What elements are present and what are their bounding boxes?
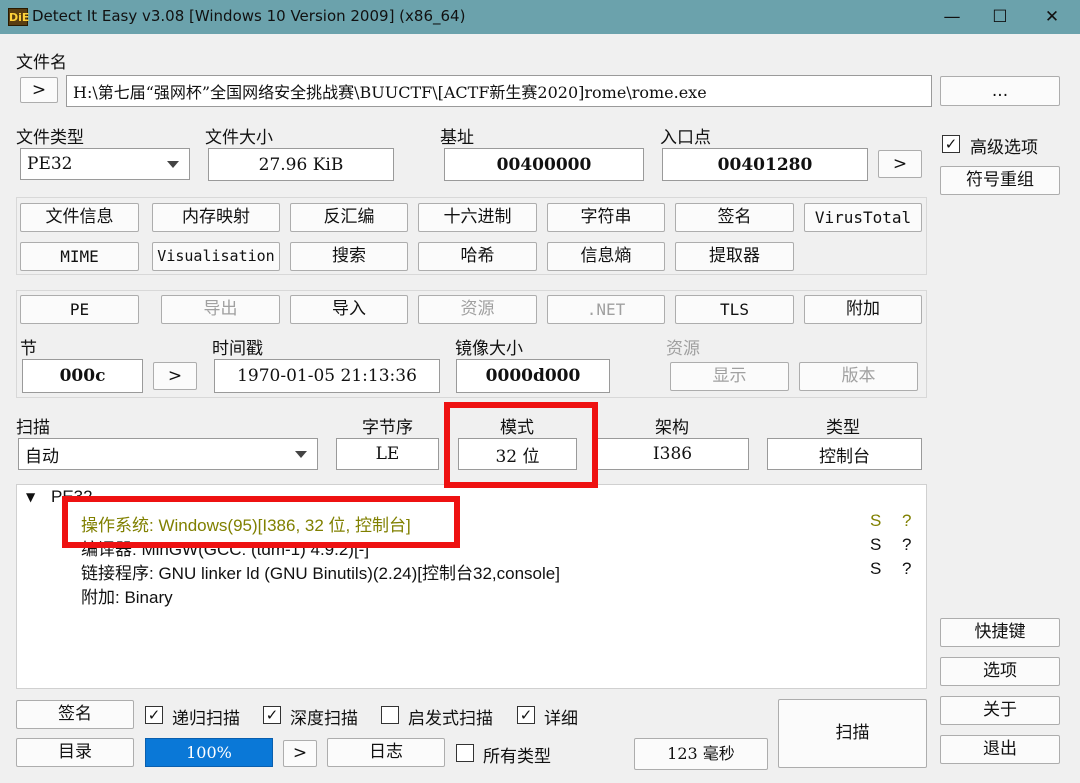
shortcuts-button[interactable]: 快捷键 (940, 618, 1060, 647)
extractor-button[interactable]: 提取器 (675, 242, 794, 271)
version-button[interactable]: 版本 (799, 362, 918, 391)
heuristic-scan-checkbox[interactable] (381, 706, 399, 724)
image-size-field: 0000d000 (456, 359, 610, 393)
verbose-checkbox[interactable]: ✓ (517, 706, 535, 724)
entry-point-field[interactable]: 00401280 (662, 148, 868, 181)
exit-button[interactable]: 退出 (940, 735, 1060, 764)
scan-label: 扫描 (16, 418, 50, 438)
app-icon: DiE (8, 8, 29, 26)
window-title: Detect It Easy v3.08 [Windows 10 Version… (32, 7, 466, 25)
hash-button[interactable]: 哈希 (418, 242, 537, 271)
base-address-field[interactable]: 00400000 (444, 148, 644, 181)
file-name-label: 文件名 (16, 53, 67, 73)
deep-scan-checkbox[interactable]: ✓ (263, 706, 281, 724)
file-type-label: 文件类型 (16, 128, 84, 148)
options-button[interactable]: 选项 (940, 657, 1060, 686)
mime-button[interactable]: MIME (20, 242, 139, 271)
timestamp-field: 1970-01-05 21:13:36 (214, 359, 440, 393)
arch-label: 架构 (655, 418, 689, 438)
imports-button[interactable]: 导入 (290, 295, 408, 324)
file-size-label: 文件大小 (205, 128, 273, 148)
overlay-button[interactable]: 附加 (804, 295, 922, 324)
signature-button[interactable]: 签名 (16, 700, 134, 729)
scan-mode-select[interactable]: 自动 (18, 438, 318, 470)
section-count-field[interactable]: 000c (22, 359, 143, 393)
all-types-label: 所有类型 (483, 747, 551, 767)
advanced-options-label: 高级选项 (970, 138, 1038, 158)
scan-button[interactable]: 扫描 (778, 699, 927, 768)
result-os-q[interactable]: ? (902, 511, 911, 531)
show-resources-button[interactable]: 显示 (670, 362, 789, 391)
pe-button[interactable]: PE (20, 295, 139, 324)
result-linker-q[interactable]: ? (902, 559, 911, 579)
collapse-toggle-icon[interactable]: ▼ (26, 490, 35, 504)
advanced-options-checkbox[interactable]: ✓ (942, 135, 960, 153)
close-icon[interactable]: ✕ (1028, 0, 1076, 34)
verbose-label: 详细 (544, 709, 578, 729)
file-nav-button[interactable]: > (20, 77, 58, 103)
file-path-input[interactable]: H:\第七届“强网杯”全国网络安全挑战赛\BUUCTF\[ACTF新生赛2020… (66, 75, 932, 107)
file-type-select[interactable]: PE32 (20, 148, 190, 180)
recursive-scan-label: 递归扫描 (172, 709, 240, 729)
base-address-label: 基址 (440, 128, 474, 148)
strings-button[interactable]: 字符串 (547, 203, 665, 232)
deep-scan-label: 深度扫描 (290, 709, 358, 729)
result-os-s: S (870, 511, 882, 530)
section-nav-button[interactable]: > (153, 362, 197, 390)
disassembly-button[interactable]: 反汇编 (290, 203, 408, 232)
tls-button[interactable]: TLS (675, 295, 794, 324)
progress-nav-button[interactable]: > (283, 740, 317, 767)
chevron-down-icon (295, 451, 307, 458)
progress-text: 100% (186, 743, 232, 762)
memory-map-button[interactable]: 内存映射 (152, 203, 280, 232)
signatures-button[interactable]: 签名 (675, 203, 794, 232)
chevron-down-icon (167, 161, 179, 168)
rebuild-symbols-button[interactable]: 符号重组 (940, 166, 1060, 195)
entry-point-nav-button[interactable]: > (878, 150, 922, 178)
virustotal-button[interactable]: VirusTotal (804, 203, 922, 232)
exports-button[interactable]: 导出 (161, 295, 280, 324)
result-compiler-s: S (870, 535, 882, 554)
result-compiler-q[interactable]: ? (902, 535, 911, 555)
scan-mode-value: 自动 (25, 446, 59, 467)
hex-button[interactable]: 十六进制 (418, 203, 537, 232)
entropy-button[interactable]: 信息熵 (547, 242, 665, 271)
search-button[interactable]: 搜索 (290, 242, 408, 271)
about-button[interactable]: 关于 (940, 696, 1060, 725)
dotnet-button[interactable]: .NET (547, 295, 665, 324)
file-type-value: PE32 (27, 154, 73, 174)
file-info-button[interactable]: 文件信息 (20, 203, 139, 232)
endian-field: LE (336, 438, 439, 470)
result-linker-line[interactable]: 链接程序: GNU linker ld (GNU Binutils)(2.24)… (81, 559, 560, 584)
endian-label: 字节序 (362, 418, 413, 438)
maximize-icon[interactable]: ☐ (976, 0, 1024, 34)
file-size-field: 27.96 KiB (208, 148, 394, 181)
timestamp-label: 时间戳 (212, 339, 263, 359)
directory-button[interactable]: 目录 (16, 738, 134, 767)
image-size-label: 镜像大小 (455, 339, 523, 359)
type-label: 类型 (826, 418, 860, 438)
heuristic-scan-label: 启发式扫描 (408, 709, 493, 729)
result-linker-s: S (870, 559, 882, 578)
resources-label: 资源 (666, 339, 700, 359)
title-bar[interactable]: DiE Detect It Easy v3.08 [Windows 10 Ver… (0, 0, 1080, 34)
visualisation-button[interactable]: Visualisation (152, 242, 280, 271)
arch-field: I386 (596, 438, 749, 470)
section-label: 节 (20, 339, 37, 359)
os-highlight-box (62, 496, 460, 548)
browse-button[interactable]: ... (940, 76, 1060, 106)
result-overlay-line[interactable]: 附加: Binary (81, 583, 173, 608)
all-types-checkbox[interactable] (456, 744, 474, 762)
scan-progress-bar: 100% (145, 738, 273, 767)
log-button[interactable]: 日志 (327, 738, 445, 767)
entry-point-label: 入口点 (660, 128, 711, 148)
resources-button[interactable]: 资源 (418, 295, 537, 324)
mode-highlight-box (444, 402, 598, 488)
type-field: 控制台 (767, 438, 922, 470)
recursive-scan-checkbox[interactable]: ✓ (145, 706, 163, 724)
minimize-icon[interactable]: — (928, 0, 976, 34)
scan-time-button[interactable]: 123 毫秒 (634, 738, 768, 770)
